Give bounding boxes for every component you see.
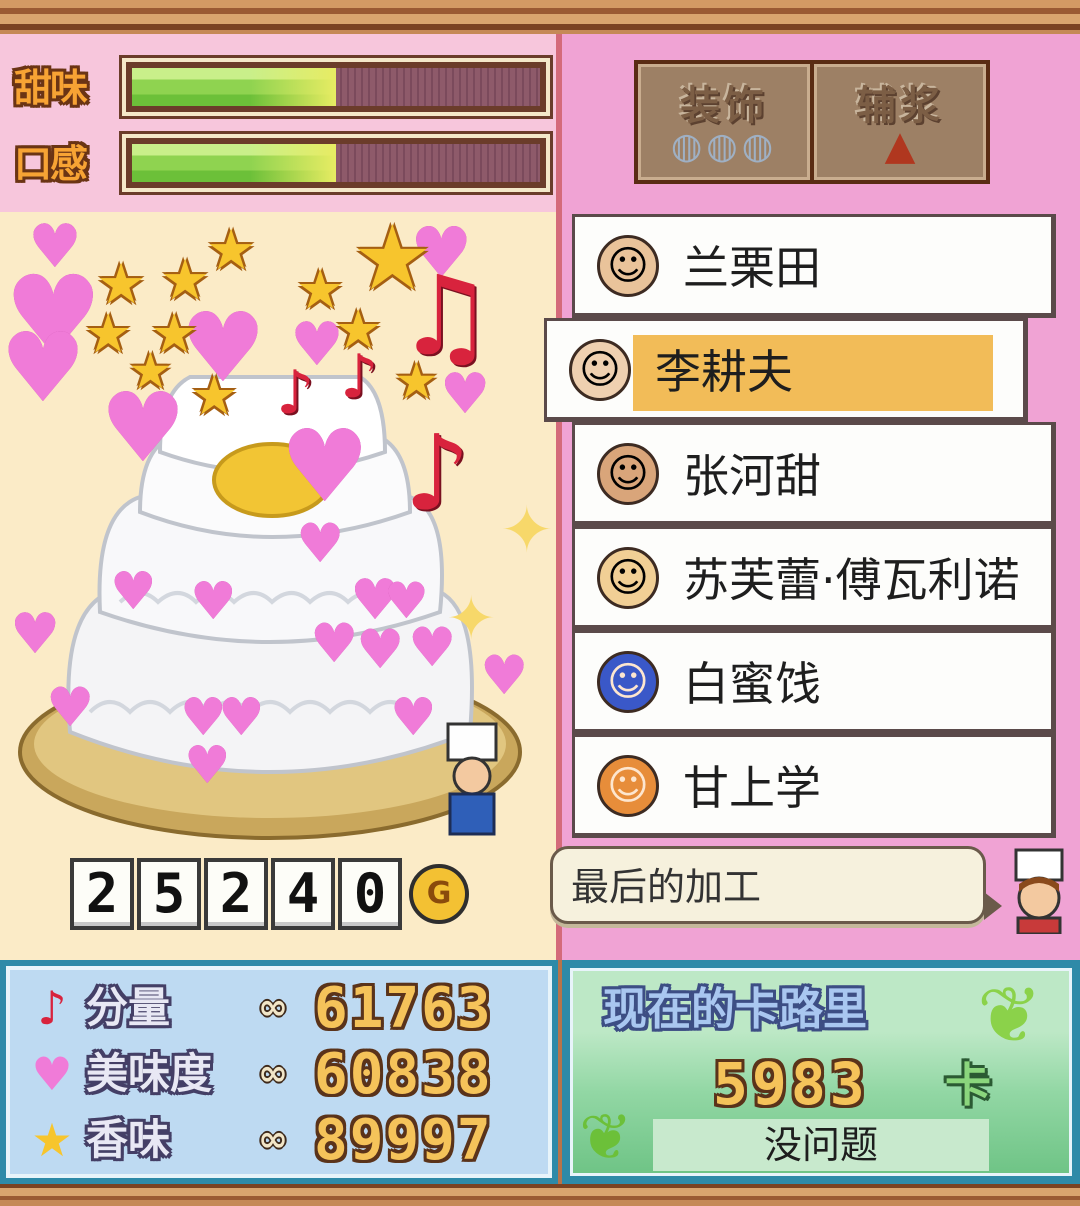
heart-icon: ♥: [46, 676, 95, 739]
staff-item-selected[interactable]: ☺ 李耕夫: [544, 318, 1028, 422]
staff-item[interactable]: ☺ 苏芙蕾·傅瓦利诺: [572, 526, 1056, 630]
avatar: ☺: [597, 651, 659, 713]
top-frame: [0, 0, 1080, 34]
staff-item[interactable]: ☺ 甘上学: [572, 734, 1056, 838]
stat-value: 61763: [314, 976, 493, 1041]
speech-text: 最后的加工: [571, 865, 762, 909]
staff-name: 张河甜: [683, 449, 821, 503]
price-digit: 4: [271, 858, 335, 930]
staff-name: 甘上学: [683, 761, 821, 815]
action-tabs: 装饰 ◍◍◍ 辅浆 ▲: [634, 60, 990, 184]
heart-icon: ♥: [390, 688, 437, 748]
speech-tail: [984, 892, 1002, 920]
music-note-icon: ♪: [276, 358, 315, 428]
calorie-unit: 卡: [945, 1058, 991, 1112]
texture-label: 口感: [14, 142, 88, 186]
cream-drop-icon: ◍◍◍: [670, 126, 778, 167]
star-icon: ★: [206, 218, 257, 283]
stat-label: 分量: [86, 983, 171, 1032]
avatar: ☺: [597, 235, 659, 297]
calorie-status: 没问题: [763, 1123, 878, 1167]
staff-item[interactable]: ☺ 张河甜: [572, 422, 1056, 526]
avatar: ☺: [597, 547, 659, 609]
sweetness-bar-fill: [132, 68, 336, 106]
sparkle-icon: ✦: [446, 584, 497, 654]
staff-name: 苏芙蕾·傅瓦利诺: [683, 553, 1020, 607]
cake-display: ♥ ♥ ♥ ♥ ♥ ♥ ♥ ♥ ♥ ♥ ♥ ♥ ♥ ♥ ♥ ♥ ♥ ♥ ♥ ♥ …: [0, 212, 558, 960]
heart-icon: ♥: [296, 512, 345, 575]
bottom-frame: [0, 1184, 1080, 1206]
music-note-icon: ♪: [340, 342, 379, 412]
speech-bubble: 最后的加工: [550, 846, 986, 924]
meter-panel: 甜味 口感: [0, 34, 558, 212]
avatar: ☺: [597, 755, 659, 817]
price-digit: 5: [137, 858, 201, 930]
stat-value: 60838: [314, 1042, 493, 1107]
texture-bar: [119, 131, 553, 195]
heart-icon: ♥: [310, 612, 359, 675]
heart-icon: ♥: [110, 562, 157, 622]
star-icon: ★: [128, 342, 173, 400]
music-note-icon: ♪: [37, 981, 67, 1035]
stat-aroma: ★ 香味 ∞ 89997: [24, 1108, 544, 1174]
heart-icon: ♥: [184, 736, 231, 796]
infinity-icon: ∞: [258, 1119, 288, 1160]
stat-label: 美味度: [86, 1049, 213, 1098]
calorie-title: 现在的卡路里: [603, 984, 867, 1035]
infinity-icon: ∞: [258, 987, 288, 1028]
sweetness-label: 甜味: [14, 66, 88, 110]
heart-icon: ♥: [28, 212, 82, 282]
chef-icon: [1014, 848, 1064, 934]
sweetness-meter: 甜味: [14, 55, 554, 119]
leaf-icon: ❦: [977, 971, 1043, 1061]
star-icon: ★: [84, 302, 133, 365]
heart-icon: ♥: [10, 602, 61, 667]
price-digit: 2: [70, 858, 134, 930]
gold-coin-icon: G: [409, 864, 469, 924]
sweetness-bar: [119, 55, 553, 119]
stats-panel: ♪ 分量 ∞ 61763 ♥ 美味度 ∞ 60838 ★ 香味 ∞ 89997: [0, 960, 558, 1184]
staff-item[interactable]: ☺ 兰栗田: [572, 214, 1056, 318]
leaf-icon: ❦: [579, 1101, 633, 1175]
texture-meter: 口感: [14, 131, 554, 195]
star-icon: ★: [31, 1113, 73, 1167]
stat-taste: ♥ 美味度 ∞ 60838: [24, 1042, 544, 1108]
heart-icon: ♥: [0, 312, 87, 424]
calorie-status-bar: 没问题: [653, 1119, 989, 1171]
tab-ingredient[interactable]: 辅浆 ▲: [814, 64, 986, 180]
stat-value: 89997: [314, 1108, 493, 1173]
infinity-icon: ∞: [258, 1053, 288, 1094]
music-note-icon: ♫: [396, 252, 495, 380]
staff-name: 李耕夫: [655, 345, 793, 399]
staff-item[interactable]: ☺ 白蜜饯: [572, 630, 1056, 734]
tab-decoration-label: 装饰: [680, 83, 768, 129]
tab-decoration[interactable]: 装饰 ◍◍◍: [638, 64, 810, 180]
music-note-icon: ♪: [404, 412, 471, 534]
calorie-panel: 现在的卡路里 5983 卡 没问题 ❦ ❦: [562, 960, 1080, 1184]
star-icon: ★: [190, 364, 239, 427]
heart-icon: ♥: [356, 618, 405, 681]
price-digit: 2: [204, 858, 268, 930]
staff-name: 白蜜饯: [683, 657, 821, 711]
stat-volume: ♪ 分量 ∞ 61763: [24, 976, 544, 1042]
avatar: ☺: [597, 443, 659, 505]
heart-icon: ♥: [31, 1047, 73, 1101]
cake-price: 2 5 2 4 0 G: [70, 858, 469, 932]
texture-bar-fill: [132, 144, 336, 182]
staff-name: 兰栗田: [683, 241, 821, 295]
sauce-drip-icon: ▲: [884, 123, 916, 169]
avatar: ☺: [569, 339, 631, 401]
price-digit: 0: [338, 858, 402, 930]
stat-label: 香味: [86, 1115, 171, 1164]
sparkle-icon: ✦: [500, 494, 554, 568]
heart-icon: ♥: [190, 572, 237, 632]
calorie-value: 5983: [713, 1050, 869, 1118]
